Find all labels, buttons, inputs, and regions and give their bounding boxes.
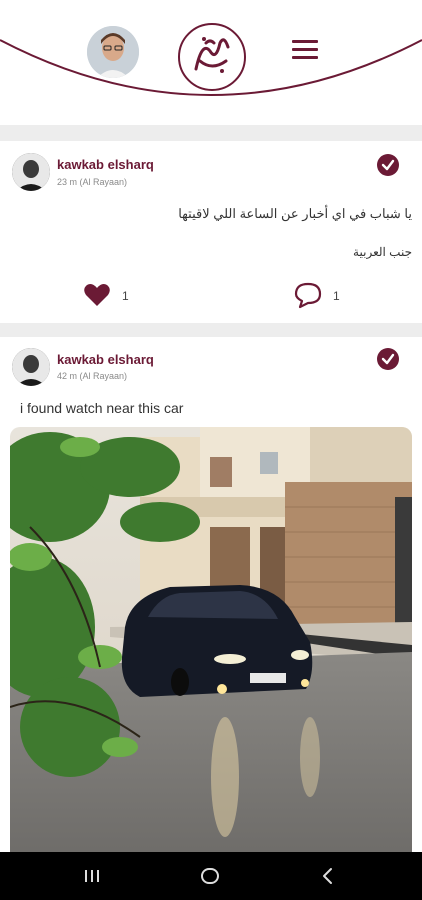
home-icon[interactable] (198, 864, 222, 888)
post-card: kawkab elsharq 23 m (Al Rayaan) يا شباب … (0, 141, 422, 323)
author-avatar[interactable] (12, 348, 50, 386)
post-text-line: يا شباب في اي أخبار عن الساعة اللي لاقيت… (178, 206, 412, 221)
menu-bar (292, 56, 318, 59)
menu-bar (292, 40, 318, 43)
app-header (0, 0, 422, 125)
post-text-line: جنب العربية (353, 245, 412, 259)
post-meta: 23 m (Al Rayaan) (57, 177, 128, 187)
app-screen: kawkab elsharq 23 m (Al Rayaan) يا شباب … (0, 0, 422, 900)
system-nav-bar (0, 852, 422, 900)
verified-check-icon (377, 154, 399, 176)
comment-bubble-icon[interactable] (293, 281, 323, 309)
user-avatar[interactable] (87, 26, 139, 78)
author-name[interactable]: kawkab elsharq (57, 157, 154, 172)
hamburger-menu-icon[interactable] (292, 40, 318, 64)
post-text: i found watch near this car (20, 400, 184, 416)
author-name[interactable]: kawkab elsharq (57, 352, 154, 367)
recent-apps-icon[interactable] (80, 864, 104, 888)
post-card: kawkab elsharq 42 m (Al Rayaan) i found … (0, 337, 422, 857)
calligraphy-logo (176, 21, 248, 93)
post-photo[interactable] (10, 427, 412, 857)
like-heart-icon[interactable] (83, 282, 111, 308)
verified-check-icon (377, 348, 399, 370)
author-avatar[interactable] (12, 153, 50, 191)
back-icon[interactable] (316, 864, 340, 888)
car-photo (10, 427, 412, 857)
comment-count: 1 (333, 289, 340, 303)
post-meta: 42 m (Al Rayaan) (57, 371, 128, 381)
like-count: 1 (122, 289, 129, 303)
menu-bar (292, 48, 318, 51)
avatar-image (87, 26, 139, 78)
